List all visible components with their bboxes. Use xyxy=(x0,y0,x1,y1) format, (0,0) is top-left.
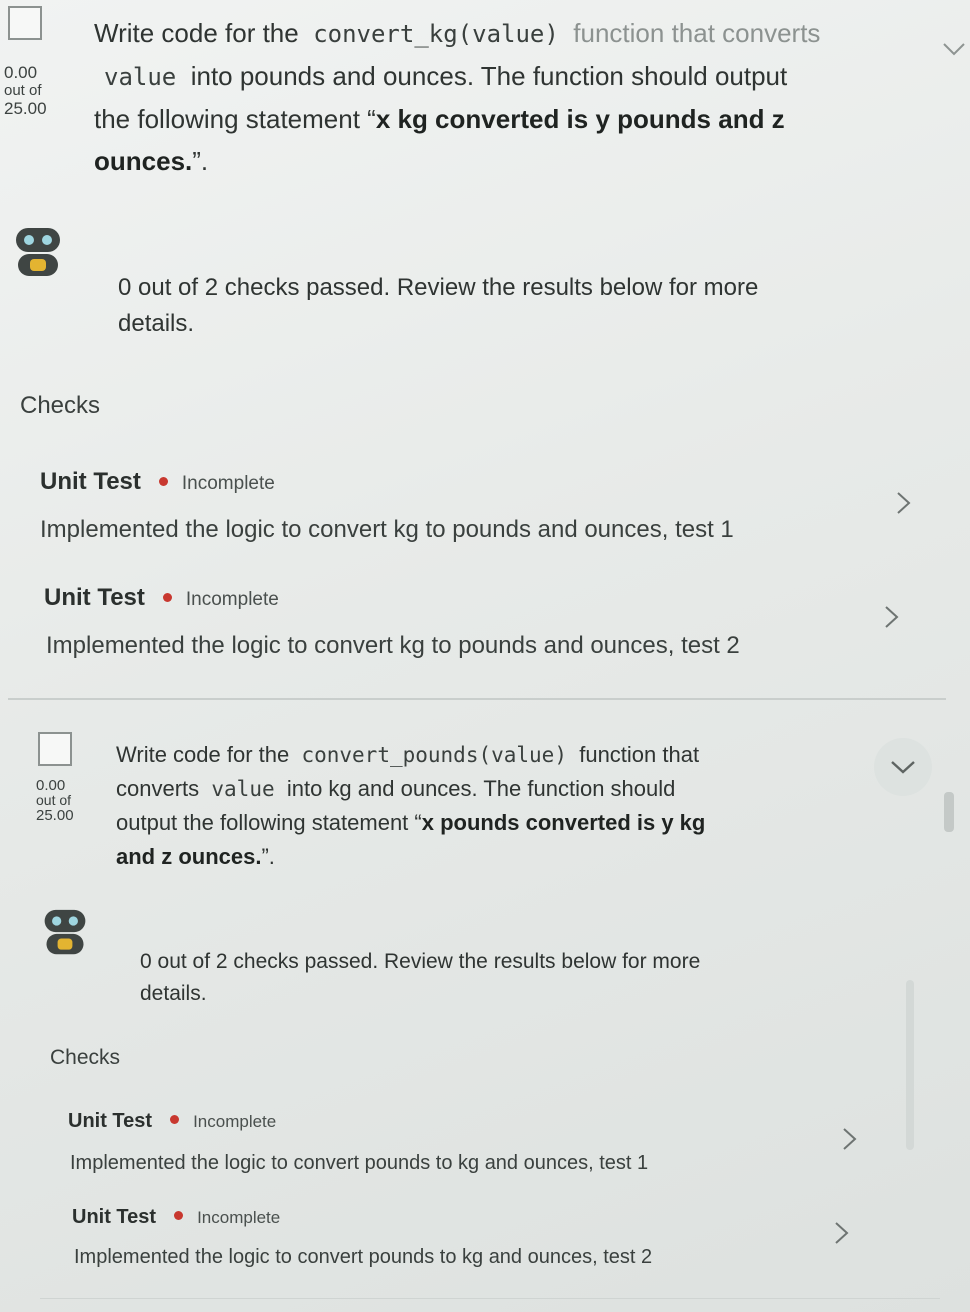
question-1-prompt: Write code for the convert_kg(value) fun… xyxy=(94,12,924,182)
score-out-of: out of xyxy=(36,792,72,808)
status-dot xyxy=(170,1115,180,1125)
unit-test-title: Unit Test xyxy=(40,468,141,495)
prompt-text: converts xyxy=(116,776,200,801)
unit-test-title: Unit Test xyxy=(72,1206,157,1228)
expected-output-text: ounces. xyxy=(94,146,193,176)
prompt-text: into kg and ounces. The function should xyxy=(286,776,676,801)
checks-result-summary: 0 out of 2 checks passed. Review the res… xyxy=(140,946,700,1010)
question-1-checkbox[interactable] xyxy=(8,6,42,40)
question-1-score: 0.00 out of 25.00 xyxy=(4,64,47,118)
score-total: 25.00 xyxy=(36,807,74,824)
result-text: 0 out of 2 checks passed. Review the res… xyxy=(118,274,759,301)
collapse-question-button[interactable] xyxy=(874,738,932,796)
expected-output-text: and z ounces. xyxy=(116,844,262,869)
status-dot xyxy=(158,477,168,487)
unit-test-header: Unit Test Incomplete xyxy=(72,1206,280,1229)
prompt-text: into pounds and ounces. The function sho… xyxy=(190,61,788,91)
unit-test-title: Unit Test xyxy=(44,584,145,611)
prompt-text: output the following statement “ xyxy=(116,810,422,835)
unit-test-title: Unit Test xyxy=(68,1110,153,1132)
unit-test-description: Implemented the logic to convert pounds … xyxy=(74,1246,653,1268)
chevron-right-icon[interactable] xyxy=(836,1124,862,1154)
prompt-text: ”. xyxy=(261,844,275,869)
result-text: details. xyxy=(140,982,207,1005)
chevron-right-icon[interactable] xyxy=(890,488,916,518)
function-name-code: convert_kg(value) xyxy=(313,20,559,48)
unit-test-header: Unit Test Incomplete xyxy=(68,1110,276,1133)
status-badge: Incomplete xyxy=(193,1112,277,1131)
unit-test-description: Implemented the logic to convert kg to p… xyxy=(46,632,740,659)
prompt-text: the following statement “ xyxy=(94,104,376,134)
result-text: 0 out of 2 checks passed. Review the res… xyxy=(140,950,701,973)
chevron-right-icon[interactable] xyxy=(828,1218,854,1248)
checks-heading: Checks xyxy=(50,1046,121,1069)
parameter-code: value xyxy=(211,777,275,801)
question-2-prompt: Write code for the convert_pounds(value)… xyxy=(116,738,856,874)
unit-test-description: Implemented the logic to convert pounds … xyxy=(70,1152,649,1174)
score-points: 0.00 xyxy=(36,777,66,794)
score-out-of: out of xyxy=(4,82,42,99)
status-badge: Incomplete xyxy=(197,1208,281,1227)
status-dot xyxy=(174,1211,184,1221)
status-dot xyxy=(162,593,172,603)
section-divider xyxy=(40,1298,940,1299)
section-divider xyxy=(8,698,946,700)
parameter-code: value xyxy=(104,63,177,91)
prompt-text: ”. xyxy=(192,146,209,176)
checks-heading: Checks xyxy=(20,392,101,419)
unit-test-header: Unit Test Incomplete xyxy=(44,584,279,612)
chevron-down-icon[interactable] xyxy=(938,38,970,60)
function-name-code: convert_pounds(value) xyxy=(301,743,567,767)
prompt-text: Write code for the xyxy=(94,18,299,48)
status-badge: Incomplete xyxy=(185,589,279,610)
chevron-down-icon xyxy=(891,761,915,774)
robot-icon xyxy=(16,228,60,276)
expected-output-text: x pounds converted is y kg xyxy=(421,810,706,835)
result-text: details. xyxy=(118,310,195,337)
prompt-text: Write code for the xyxy=(116,742,290,767)
expected-output-text: x kg converted is y pounds and z xyxy=(375,104,785,134)
question-2-score: 0.00 out of 25.00 xyxy=(36,778,74,823)
scrollbar-track[interactable] xyxy=(906,980,914,1150)
robot-icon xyxy=(44,909,86,955)
prompt-text: function that converts xyxy=(573,18,821,48)
question-2-checkbox[interactable] xyxy=(38,732,72,766)
scrollbar-thumb[interactable] xyxy=(944,792,954,832)
unit-test-description: Implemented the logic to convert kg to p… xyxy=(40,516,734,543)
unit-test-header: Unit Test Incomplete xyxy=(40,468,275,496)
status-badge: Incomplete xyxy=(181,473,275,494)
checks-result-summary: 0 out of 2 checks passed. Review the res… xyxy=(118,270,758,342)
prompt-text: function that xyxy=(579,742,700,767)
score-points: 0.00 xyxy=(4,63,38,82)
chevron-right-icon[interactable] xyxy=(878,602,904,632)
score-total: 25.00 xyxy=(4,99,47,118)
